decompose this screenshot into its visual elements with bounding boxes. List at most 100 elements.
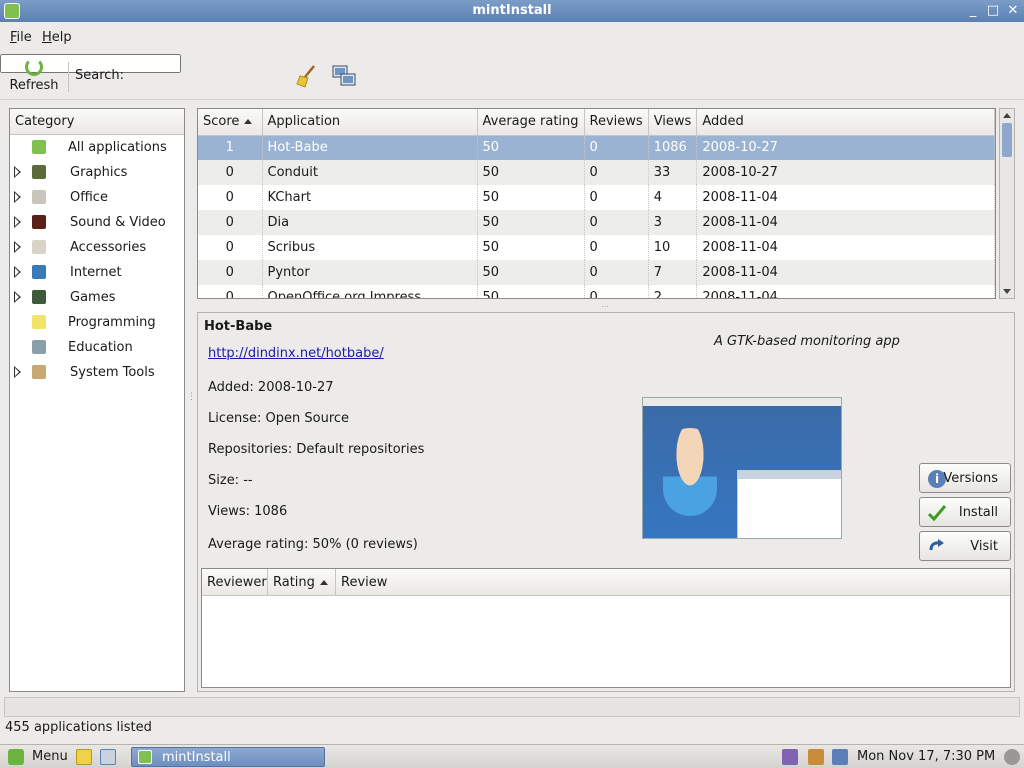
accessories-icon <box>32 240 46 254</box>
cell-application: Pyntor <box>262 260 478 285</box>
progress-bar <box>4 697 1020 717</box>
cell-average-rating: 50 <box>477 235 585 260</box>
category-item[interactable]: Games <box>10 285 184 310</box>
window-titlebar[interactable]: mintInstall _ □ ✕ <box>0 0 1024 22</box>
expand-arrow-icon[interactable] <box>14 366 21 378</box>
versions-button[interactable]: i Versions <box>919 463 1011 493</box>
cell-score: 0 <box>198 235 263 260</box>
cell-application: OpenOffice.org Impress <box>262 285 478 298</box>
column-views[interactable]: Views <box>648 109 698 136</box>
cell-views: 10 <box>648 235 698 260</box>
category-item[interactable]: Programming <box>10 310 184 335</box>
category-item[interactable]: Education <box>10 335 184 360</box>
column-score[interactable]: Score <box>198 109 263 136</box>
visit-button[interactable]: Visit <box>919 531 1011 561</box>
column-reviews[interactable]: Reviews <box>584 109 649 136</box>
app-url-link[interactable]: http://dindinx.net/hotbabe/ <box>208 346 384 361</box>
category-item-label: Office <box>70 190 108 205</box>
app-repositories: Repositories: Default repositories <box>208 442 425 457</box>
scroll-down-icon[interactable] <box>1003 289 1011 294</box>
taskbar-clock[interactable]: Mon Nov 17, 7:30 PM <box>857 749 995 764</box>
cell-reviews: 0 <box>584 285 649 298</box>
expand-arrow-icon[interactable] <box>14 291 21 303</box>
category-item[interactable]: Internet <box>10 260 184 285</box>
horizontal-splitter[interactable]: ⋯ <box>600 302 610 311</box>
globe-icon <box>32 265 46 279</box>
cell-average-rating: 50 <box>477 285 585 298</box>
table-row[interactable]: 0 Scribus 50 0 10 2008-11-04 <box>198 235 995 260</box>
menu-help[interactable]: Help <box>42 30 72 45</box>
expand-arrow-icon[interactable] <box>14 216 21 228</box>
expand-arrow-icon[interactable] <box>14 241 21 253</box>
cell-views: 4 <box>648 185 698 210</box>
column-average-rating[interactable]: Average rating <box>477 109 585 136</box>
install-button[interactable]: Install <box>919 497 1011 527</box>
table-row[interactable]: 1 Hot-Babe 50 0 1086 2008-10-27 <box>198 135 995 160</box>
window-title: mintInstall <box>472 3 552 18</box>
update-manager-icon[interactable] <box>782 749 798 765</box>
volume-icon[interactable] <box>1004 749 1020 765</box>
table-row[interactable]: 0 Dia 50 0 3 2008-11-04 <box>198 210 995 235</box>
cell-reviews: 0 <box>584 260 649 285</box>
screenshot-terminal-window <box>737 470 841 538</box>
applications-scrollbar[interactable] <box>999 108 1015 299</box>
mint-menu-icon[interactable] <box>8 749 24 765</box>
column-added[interactable]: Added <box>696 109 995 136</box>
expand-arrow-icon[interactable] <box>14 166 21 178</box>
taskbar-menu-button[interactable]: Menu <box>32 749 68 764</box>
category-item[interactable]: System Tools <box>10 360 184 385</box>
education-icon <box>32 340 46 354</box>
category-item[interactable]: Sound & Video <box>10 210 184 235</box>
category-item[interactable]: Office <box>10 185 184 210</box>
table-row[interactable]: 0 Pyntor 50 0 7 2008-11-04 <box>198 260 995 285</box>
app-screenshot[interactable] <box>642 397 842 539</box>
column-reviewer[interactable]: Reviewer <box>202 569 268 596</box>
vertical-splitter[interactable]: ⋮ <box>187 392 196 406</box>
taskbar-task-label: mintInstall <box>162 750 231 765</box>
app-views: Views: 1086 <box>208 504 288 519</box>
install-label: Install <box>958 505 998 520</box>
cell-score: 0 <box>198 210 263 235</box>
toolbar: Refresh Search: <box>0 54 1024 100</box>
expand-arrow-icon[interactable] <box>14 266 21 278</box>
clear-search-broom-icon[interactable] <box>296 64 318 88</box>
network-icon[interactable] <box>832 749 848 765</box>
cell-reviews: 0 <box>584 235 649 260</box>
category-header[interactable]: Category <box>10 109 184 135</box>
maximize-button[interactable]: □ <box>984 2 1002 20</box>
minimize-button[interactable]: _ <box>964 2 982 20</box>
cell-score: 1 <box>198 135 263 160</box>
table-row[interactable]: 0 OpenOffice.org Impress 50 0 2 2008-11-04 <box>198 285 995 298</box>
refresh-label: Refresh <box>9 78 59 93</box>
category-item[interactable]: All applications <box>10 135 184 160</box>
table-row[interactable]: 0 Conduit 50 0 33 2008-10-27 <box>198 160 995 185</box>
graphics-icon <box>32 165 46 179</box>
cell-application: KChart <box>262 185 478 210</box>
category-item[interactable]: Accessories <box>10 235 184 260</box>
checkmark-icon <box>928 505 946 522</box>
lightbulb-icon <box>32 315 46 329</box>
settings-launcher-icon[interactable] <box>100 749 116 765</box>
scrollbar-thumb[interactable] <box>1002 123 1012 157</box>
scroll-up-icon[interactable] <box>1003 113 1011 118</box>
text-editor-launcher-icon[interactable] <box>76 749 92 765</box>
column-rating[interactable]: Rating <box>268 569 336 596</box>
category-item-label: Education <box>68 340 133 355</box>
column-application[interactable]: Application <box>262 109 478 136</box>
menu-file[interactable]: File <box>10 30 32 45</box>
expand-arrow-icon[interactable] <box>14 191 21 203</box>
cell-reviews: 0 <box>584 210 649 235</box>
screens-icon[interactable] <box>332 64 356 88</box>
table-row[interactable]: 0 KChart 50 0 4 2008-11-04 <box>198 185 995 210</box>
close-button[interactable]: ✕ <box>1004 2 1022 20</box>
taskbar-task-mintinstall[interactable]: mintInstall <box>131 747 325 767</box>
refresh-button[interactable]: Refresh <box>6 58 62 98</box>
sort-ascending-icon <box>244 119 253 125</box>
package-icon[interactable] <box>808 749 824 765</box>
column-review[interactable]: Review <box>336 569 1010 596</box>
cell-application: Hot-Babe <box>262 135 478 160</box>
category-item[interactable]: Graphics <box>10 160 184 185</box>
redo-arrow-icon <box>929 539 944 551</box>
app-size: Size: -- <box>208 473 253 488</box>
cell-reviews: 0 <box>584 160 649 185</box>
